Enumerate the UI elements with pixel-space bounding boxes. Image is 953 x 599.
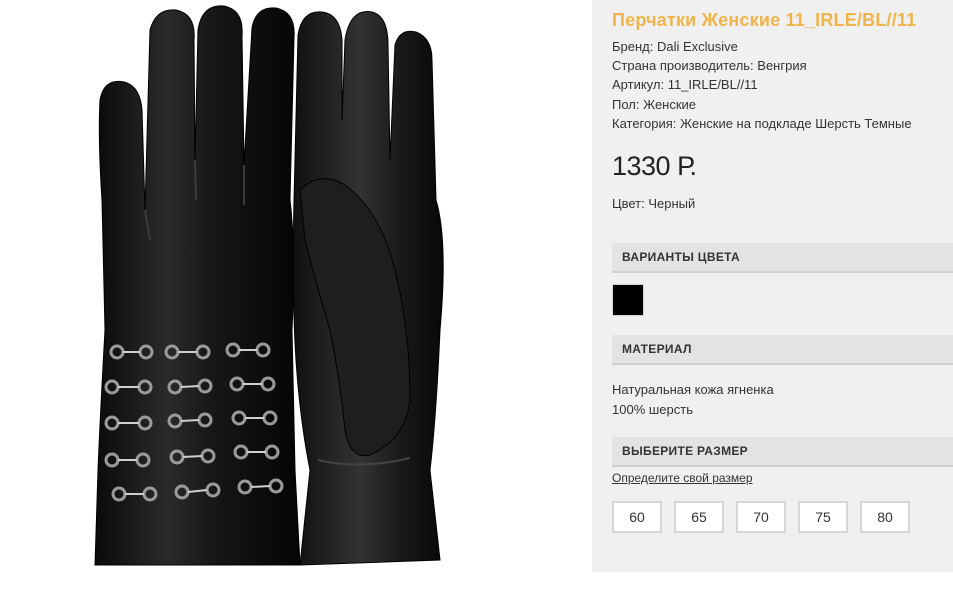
material-line: Натуральная кожа ягненка <box>612 382 774 397</box>
color-swatch-black[interactable] <box>612 284 644 316</box>
size-button-70[interactable]: 70 <box>736 501 786 533</box>
prop-brand: Бренд: Dali Exclusive <box>612 39 738 54</box>
prop-country: Страна производитель: Венгрия <box>612 58 807 74</box>
section-title: МАТЕРИАЛ <box>622 342 692 356</box>
prop-category: Категория: Женские на подкладе Шерсть Те… <box>612 115 912 131</box>
section-header-size: ВЫБЕРИТЕ РАЗМЕР <box>612 437 953 467</box>
size-options: 60 65 70 75 80 <box>612 501 910 533</box>
product-color: Цвет: Черный <box>612 196 696 211</box>
section-header-material: МАТЕРИАЛ <box>612 335 953 365</box>
size-button-65[interactable]: 65 <box>674 501 724 533</box>
size-button-60[interactable]: 60 <box>612 501 662 533</box>
prop-gender: Пол: Женские <box>612 96 697 112</box>
gloves-illustration <box>94 5 444 566</box>
prop-article: Артикул: 11_IRLE/BL//11 <box>612 77 758 93</box>
size-button-80[interactable]: 80 <box>860 501 910 533</box>
product-properties: Бренд: Dali Exclusive Страна производите… <box>612 37 912 133</box>
material-line: 100% шерсть <box>612 401 693 417</box>
product-image[interactable] <box>0 0 592 572</box>
material-list: Натуральная кожа ягненка 100% шерсть <box>612 380 774 419</box>
section-title: ВЫБЕРИТЕ РАЗМЕР <box>622 444 748 458</box>
product-info-panel: Перчатки Женские 11_IRLE/BL//11 Бренд: D… <box>592 0 953 572</box>
product-price: 1330 Р. <box>612 151 697 181</box>
section-header-color-variants: ВАРИАНТЫ ЦВЕТА <box>612 243 953 273</box>
section-title: ВАРИАНТЫ ЦВЕТА <box>622 250 740 264</box>
size-button-75[interactable]: 75 <box>798 501 848 533</box>
product-title: Перчатки Женские 11_IRLE/BL//11 <box>612 10 917 30</box>
size-guide-link[interactable]: Определите свой размер <box>612 471 753 485</box>
